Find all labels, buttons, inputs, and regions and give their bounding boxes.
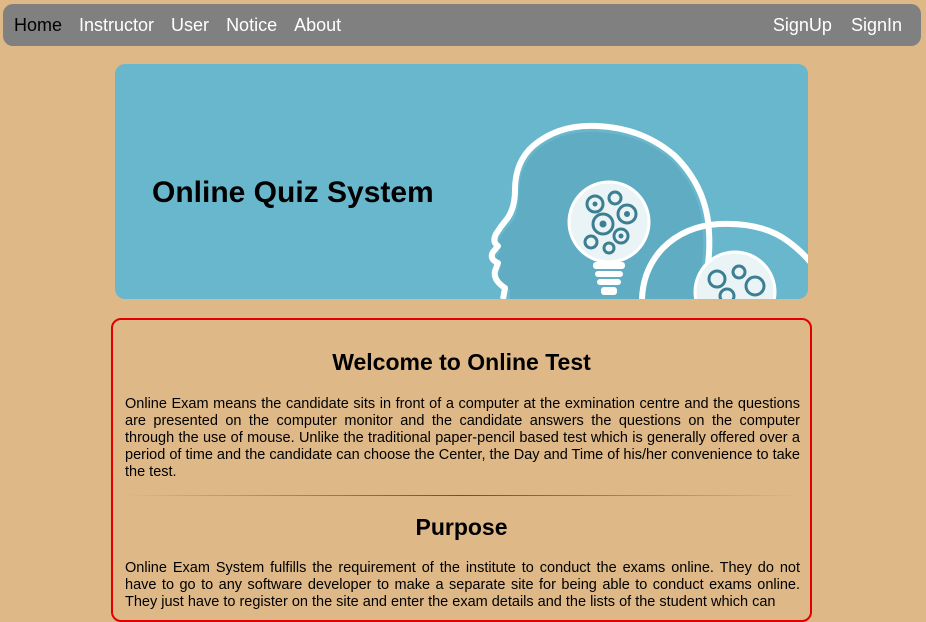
nav-user-link[interactable]: User bbox=[171, 15, 209, 36]
nav-about-link[interactable]: About bbox=[294, 15, 341, 36]
welcome-paragraph: Online Exam means the candidate sits in … bbox=[125, 396, 800, 480]
welcome-heading: Welcome to Online Test bbox=[332, 349, 591, 375]
purpose-paragraph: Online Exam System fulfills the requirem… bbox=[125, 560, 800, 610]
info-content-box: Welcome to Online Test Online Exam means… bbox=[111, 318, 812, 622]
nav-notice-link[interactable]: Notice bbox=[226, 15, 277, 36]
top-navbar: Home Instructor User Notice About SignUp… bbox=[3, 4, 921, 46]
nav-home-link[interactable]: Home bbox=[14, 15, 62, 36]
nav-signup-link[interactable]: SignUp bbox=[773, 15, 832, 36]
purpose-heading: Purpose bbox=[415, 514, 508, 540]
nav-left-group: Home Instructor User Notice About bbox=[14, 4, 358, 46]
section-divider bbox=[125, 495, 800, 496]
hero-banner: Online Quiz System bbox=[115, 64, 808, 299]
nav-signin-link[interactable]: SignIn bbox=[851, 15, 902, 36]
nav-right-group: SignUp SignIn bbox=[754, 4, 902, 46]
banner-title: Online Quiz System bbox=[152, 176, 434, 209]
nav-instructor-link[interactable]: Instructor bbox=[79, 15, 154, 36]
